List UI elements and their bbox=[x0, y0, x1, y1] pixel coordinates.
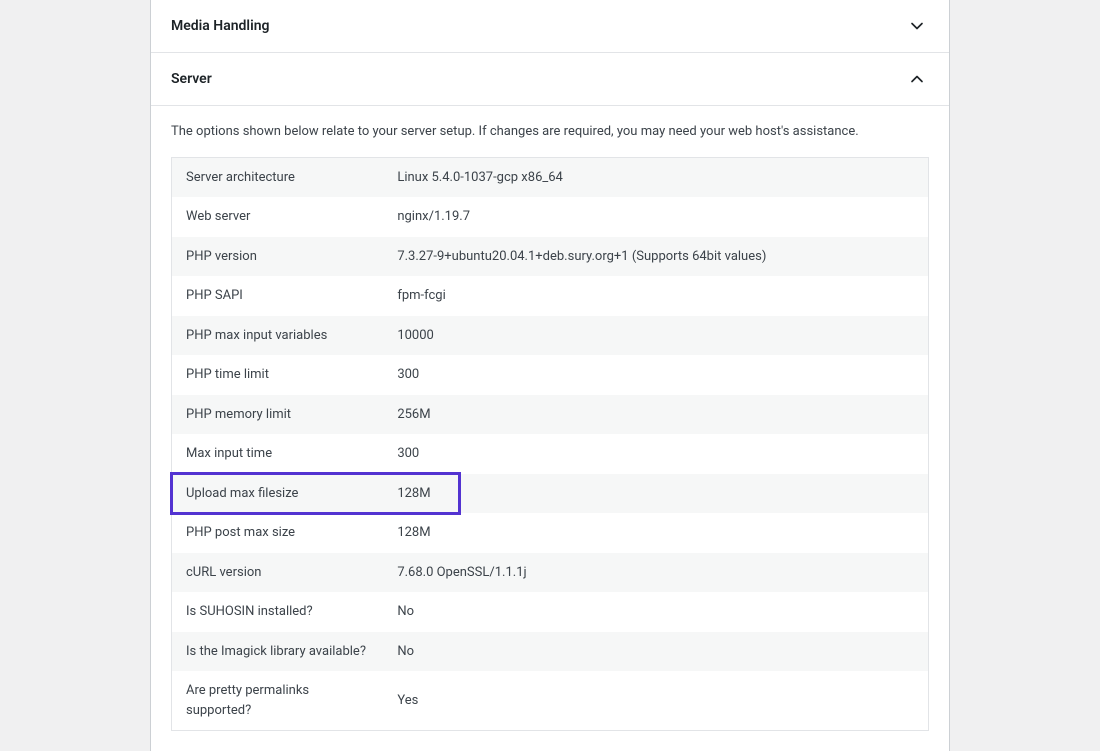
info-label: Is SUHOSIN installed? bbox=[172, 592, 384, 632]
info-value: 300 bbox=[383, 434, 928, 474]
info-label: cURL version bbox=[172, 553, 384, 593]
table-row: Is the Imagick library available?No bbox=[172, 632, 929, 672]
health-check-container: Media Handling Server The options shown … bbox=[150, 0, 950, 751]
info-label: PHP memory limit bbox=[172, 395, 384, 435]
media-handling-title: Media Handling bbox=[171, 18, 270, 34]
chevron-up-icon bbox=[905, 67, 929, 91]
info-value: 128M bbox=[383, 513, 928, 553]
info-value: 10000 bbox=[383, 316, 928, 356]
info-value: fpm-fcgi bbox=[383, 276, 928, 316]
info-label: Upload max filesize bbox=[172, 474, 384, 514]
info-label: PHP time limit bbox=[172, 355, 384, 395]
info-label: PHP version bbox=[172, 237, 384, 277]
info-label: PHP post max size bbox=[172, 513, 384, 553]
table-row: Are pretty permalinks supported?Yes bbox=[172, 671, 929, 731]
info-value: Linux 5.4.0-1037-gcp x86_64 bbox=[383, 157, 928, 197]
table-row: Server architectureLinux 5.4.0-1037-gcp … bbox=[172, 157, 929, 197]
table-row: Upload max filesize128M bbox=[172, 474, 929, 514]
info-value: 7.68.0 OpenSSL/1.1.1j bbox=[383, 553, 928, 593]
media-handling-panel-header[interactable]: Media Handling bbox=[151, 0, 949, 53]
info-label: Max input time bbox=[172, 434, 384, 474]
server-title: Server bbox=[171, 71, 212, 87]
info-label: PHP max input variables bbox=[172, 316, 384, 356]
table-row: Web servernginx/1.19.7 bbox=[172, 197, 929, 237]
server-panel-header[interactable]: Server bbox=[151, 53, 949, 106]
table-row: PHP SAPIfpm-fcgi bbox=[172, 276, 929, 316]
table-row: PHP post max size128M bbox=[172, 513, 929, 553]
info-value: 128M bbox=[383, 474, 928, 514]
info-label: PHP SAPI bbox=[172, 276, 384, 316]
info-value: 300 bbox=[383, 355, 928, 395]
info-value: 7.3.27-9+ubuntu20.04.1+deb.sury.org+1 (S… bbox=[383, 237, 928, 277]
server-panel-body: The options shown below relate to your s… bbox=[151, 106, 949, 751]
info-label: Server architecture bbox=[172, 157, 384, 197]
info-label: Web server bbox=[172, 197, 384, 237]
table-row: PHP memory limit256M bbox=[172, 395, 929, 435]
server-description: The options shown below relate to your s… bbox=[171, 122, 929, 142]
table-row: PHP time limit300 bbox=[172, 355, 929, 395]
table-row: cURL version7.68.0 OpenSSL/1.1.1j bbox=[172, 553, 929, 593]
info-value: No bbox=[383, 592, 928, 632]
info-value: nginx/1.19.7 bbox=[383, 197, 928, 237]
info-value: 256M bbox=[383, 395, 928, 435]
table-row: PHP version7.3.27-9+ubuntu20.04.1+deb.su… bbox=[172, 237, 929, 277]
table-row: PHP max input variables10000 bbox=[172, 316, 929, 356]
server-info-table: Server architectureLinux 5.4.0-1037-gcp … bbox=[171, 157, 929, 732]
info-label: Are pretty permalinks supported? bbox=[172, 671, 384, 731]
table-row: Is SUHOSIN installed?No bbox=[172, 592, 929, 632]
chevron-down-icon bbox=[905, 14, 929, 38]
info-value: No bbox=[383, 632, 928, 672]
info-value: Yes bbox=[383, 671, 928, 731]
info-label: Is the Imagick library available? bbox=[172, 632, 384, 672]
table-row: Max input time300 bbox=[172, 434, 929, 474]
